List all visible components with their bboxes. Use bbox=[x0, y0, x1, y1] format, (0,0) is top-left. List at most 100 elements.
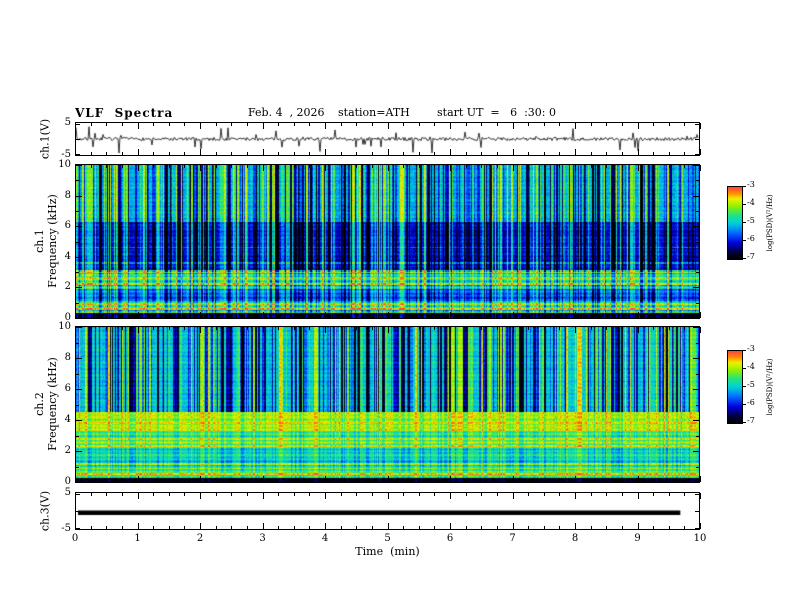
x-minor-tick bbox=[403, 479, 405, 482]
x-minor-tick bbox=[684, 493, 686, 496]
x-minor-tick bbox=[106, 315, 108, 318]
x-minor-tick bbox=[121, 327, 123, 330]
x-minor-tick bbox=[153, 123, 155, 126]
x-major-tick bbox=[512, 476, 514, 482]
x-minor-tick bbox=[434, 479, 436, 482]
x-minor-tick bbox=[559, 315, 561, 318]
y-major-tick bbox=[76, 318, 82, 319]
time-tick-label: 5 bbox=[384, 533, 391, 544]
x-major-tick bbox=[325, 123, 326, 129]
y-major-tick bbox=[76, 287, 82, 289]
x-minor-tick bbox=[246, 493, 248, 496]
x-minor-tick bbox=[278, 123, 280, 126]
x-minor-tick bbox=[621, 165, 623, 168]
x-major-tick bbox=[575, 493, 576, 499]
y-minor-tick bbox=[76, 180, 79, 182]
x-minor-tick bbox=[559, 327, 561, 330]
freq-tick-label: 2 bbox=[64, 445, 71, 456]
x-minor-tick bbox=[559, 493, 561, 496]
x-major-tick bbox=[387, 493, 389, 499]
x-major-tick bbox=[387, 523, 389, 529]
y-tick bbox=[695, 139, 699, 140]
time-tick-label: 0 bbox=[71, 533, 79, 544]
x-minor-tick bbox=[621, 327, 623, 330]
station-label: station=ATH bbox=[338, 106, 410, 119]
x-minor-tick bbox=[371, 123, 373, 126]
x-major-tick bbox=[200, 165, 201, 171]
x-minor-tick bbox=[309, 123, 311, 126]
x-minor-tick bbox=[684, 165, 686, 168]
x-minor-tick bbox=[684, 152, 686, 155]
x-minor-tick bbox=[215, 123, 217, 126]
x-minor-tick bbox=[121, 479, 123, 482]
x-minor-tick bbox=[403, 327, 405, 330]
x-major-tick bbox=[387, 123, 389, 129]
plot-title: VLF Spectra bbox=[75, 106, 174, 120]
start-ut-label: start UT = 6 :30: 0 bbox=[437, 106, 557, 119]
x-minor-tick bbox=[668, 315, 670, 318]
time-tick-label: 9 bbox=[634, 533, 641, 544]
y-major-tick bbox=[693, 451, 699, 452]
x-minor-tick bbox=[90, 123, 92, 126]
x-minor-tick bbox=[465, 526, 467, 529]
x-minor-tick bbox=[590, 493, 592, 496]
x-minor-tick bbox=[340, 315, 342, 318]
x-minor-tick bbox=[153, 327, 155, 330]
x-minor-tick bbox=[653, 123, 655, 126]
x-minor-tick bbox=[340, 152, 342, 155]
x-minor-tick bbox=[403, 152, 405, 155]
x-major-tick bbox=[137, 149, 139, 155]
x-minor-tick bbox=[465, 493, 467, 496]
x-minor-tick bbox=[309, 165, 311, 168]
x-minor-tick bbox=[418, 526, 420, 529]
x-major-tick bbox=[137, 476, 139, 482]
x-minor-tick bbox=[481, 123, 483, 126]
x-minor-tick bbox=[246, 327, 248, 330]
y-minor-tick bbox=[696, 302, 699, 304]
x-major-tick bbox=[575, 312, 576, 318]
x-minor-tick bbox=[278, 493, 280, 496]
x-major-tick bbox=[387, 312, 389, 318]
x-minor-tick bbox=[481, 315, 483, 318]
x-minor-tick bbox=[90, 152, 92, 155]
x-minor-tick bbox=[606, 493, 608, 496]
ch1-colorbar-label-text: log(PSD)(V²/Hz) bbox=[765, 194, 774, 252]
x-major-tick bbox=[450, 123, 451, 129]
x-major-tick bbox=[450, 476, 451, 482]
colorbar-tick bbox=[743, 204, 746, 205]
x-minor-tick bbox=[684, 479, 686, 482]
x-minor-tick bbox=[590, 165, 592, 168]
x-minor-tick bbox=[246, 315, 248, 318]
y-major-tick bbox=[76, 389, 82, 390]
x-minor-tick bbox=[543, 315, 545, 318]
x-minor-tick bbox=[309, 526, 311, 529]
y-major-tick bbox=[693, 195, 699, 197]
x-minor-tick bbox=[356, 526, 358, 529]
x-minor-tick bbox=[231, 479, 233, 482]
x-minor-tick bbox=[293, 479, 295, 482]
x-major-tick bbox=[575, 476, 576, 482]
x-minor-tick bbox=[434, 315, 436, 318]
x-minor-tick bbox=[668, 479, 670, 482]
x-minor-tick bbox=[121, 493, 123, 496]
ch2-colorbar bbox=[727, 350, 743, 424]
colorbar-tick-label: -6 bbox=[747, 398, 755, 407]
x-minor-tick bbox=[340, 123, 342, 126]
x-minor-tick bbox=[184, 479, 186, 482]
x-minor-tick bbox=[606, 327, 608, 330]
y-minor-tick bbox=[696, 404, 699, 406]
y-major-tick bbox=[693, 389, 699, 390]
x-major-tick bbox=[575, 149, 576, 155]
colorbar-tick bbox=[743, 258, 746, 259]
x-minor-tick bbox=[668, 165, 670, 168]
x-minor-tick bbox=[340, 327, 342, 330]
x-major-tick bbox=[137, 327, 139, 333]
ch1-colorbar-label: log(PSD)(V²/Hz) bbox=[766, 195, 774, 252]
ch1-frequency-axis-label: ch.1 Frequency (kHz) bbox=[33, 194, 59, 288]
x-minor-tick bbox=[90, 526, 92, 529]
x-minor-tick bbox=[231, 315, 233, 318]
ch1-colorbar bbox=[727, 186, 743, 260]
x-major-tick bbox=[262, 165, 264, 171]
x-minor-tick bbox=[621, 152, 623, 155]
x-minor-tick bbox=[559, 123, 561, 126]
